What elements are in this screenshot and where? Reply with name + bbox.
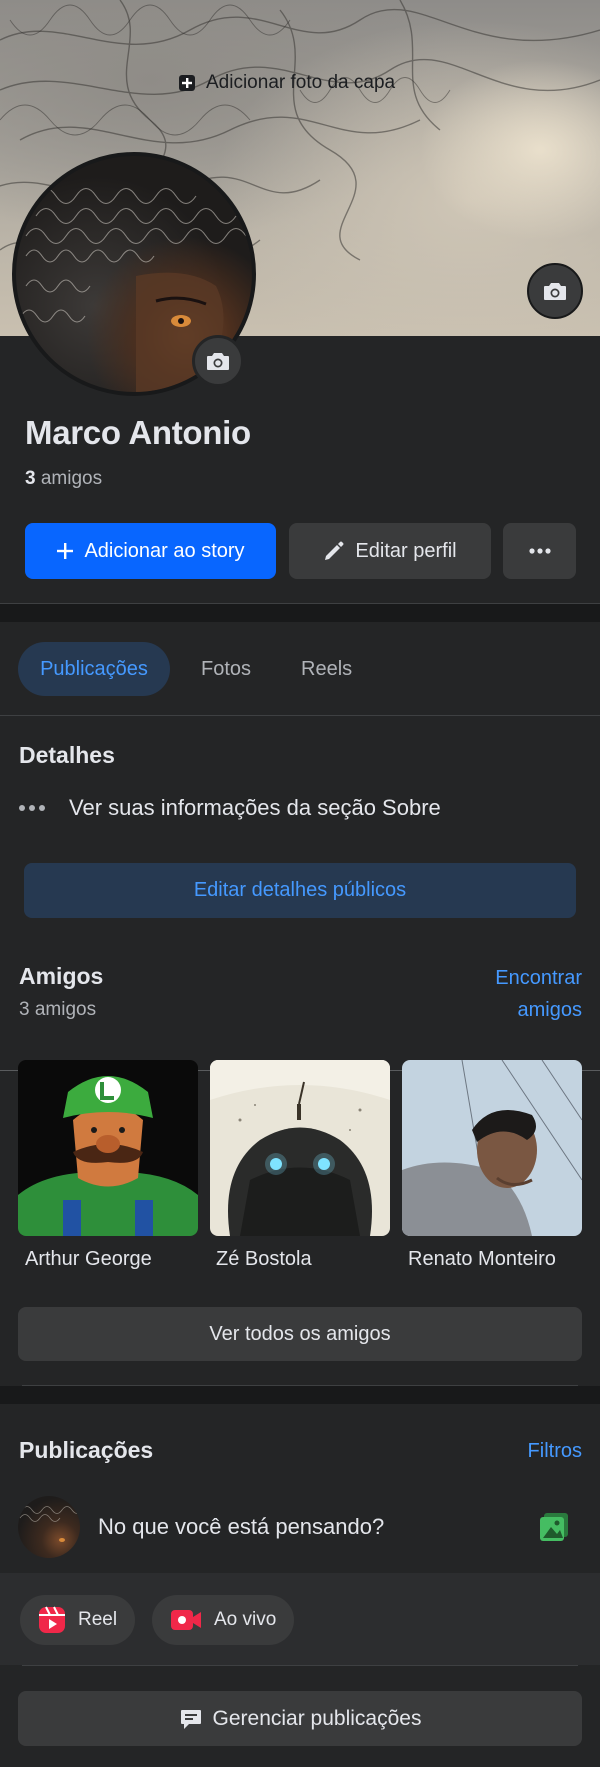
edit-public-details-button[interactable]: Editar detalhes públicos: [24, 863, 576, 918]
edit-profile-button[interactable]: Editar perfil: [289, 523, 491, 579]
section-divider: [0, 1386, 600, 1404]
friend-photo[interactable]: [210, 1060, 390, 1236]
plus-icon: [57, 543, 74, 559]
see-all-friends-button[interactable]: Ver todos os amigos: [18, 1307, 582, 1361]
find-friends-line2: amigos: [517, 999, 582, 1021]
friend-name[interactable]: Arthur George: [25, 1248, 152, 1271]
add-photo-icon: [179, 75, 195, 91]
avatar-camera-button[interactable]: [192, 335, 244, 387]
live-label: Ao vivo: [214, 1609, 277, 1630]
friend-name[interactable]: Zé Bostola: [216, 1248, 312, 1271]
about-text: Ver suas informações da seção Sobre: [69, 795, 441, 820]
camera-icon: [544, 283, 566, 300]
photo-icon[interactable]: [538, 1511, 570, 1548]
friends-title: Amigos: [19, 963, 104, 989]
live-button[interactable]: Ao vivo: [152, 1595, 295, 1645]
friend-photo-image: [210, 1060, 390, 1236]
profile-friends-count[interactable]: 3 amigos: [25, 468, 102, 490]
tab-reels[interactable]: Reels: [301, 642, 352, 696]
edit-profile-label: Editar perfil: [355, 539, 457, 562]
avatar[interactable]: [18, 1496, 80, 1558]
add-to-story-label: Adicionar ao story: [84, 539, 245, 562]
friend-name[interactable]: Renato Monteiro: [408, 1248, 556, 1271]
friends-count-text: 3 amigos: [19, 999, 97, 1020]
filters-link[interactable]: Filtros: [528, 1435, 582, 1467]
posts-title: Publicações: [19, 1437, 154, 1463]
find-friends-link[interactable]: Encontrar amigos: [495, 962, 582, 1026]
find-friends-line1: Encontrar: [495, 967, 582, 989]
friends-count-suffix: amigos: [40, 468, 103, 489]
friend-photo[interactable]: [402, 1060, 582, 1236]
section-divider: [0, 604, 600, 622]
about-link[interactable]: Ver suas informações da seção Sobre: [19, 795, 441, 821]
friend-photo[interactable]: [18, 1060, 198, 1236]
avatar-image: [19, 1506, 80, 1542]
add-cover-photo-button[interactable]: Adicionar foto da capa: [178, 72, 395, 94]
details-title: Detalhes: [19, 742, 115, 768]
add-to-story-button[interactable]: Adicionar ao story: [25, 523, 276, 579]
profile-name: Marco Antonio: [25, 414, 251, 451]
cover-camera-button[interactable]: [527, 263, 583, 319]
more-dots-icon: [19, 805, 49, 811]
more-options-button[interactable]: [503, 523, 576, 579]
reel-icon: [39, 1606, 65, 1633]
manage-posts-button[interactable]: Gerenciar publicações: [18, 1691, 582, 1746]
camera-icon: [207, 353, 229, 370]
message-icon: [180, 1709, 201, 1729]
add-cover-photo-label: Adicionar foto da capa: [206, 72, 396, 93]
tabs-divider: [0, 715, 600, 716]
more-dots-icon: [528, 548, 551, 554]
tab-fotos[interactable]: Fotos: [201, 642, 251, 696]
divider: [22, 1665, 578, 1666]
composer-input[interactable]: No que você está pensando?: [98, 1514, 384, 1540]
reel-button[interactable]: Reel: [20, 1595, 136, 1645]
friend-photo-image: [18, 1060, 198, 1236]
friend-photo-image: [402, 1060, 582, 1236]
reel-label: Reel: [78, 1609, 118, 1630]
friends-count-number: 3: [25, 468, 36, 489]
manage-posts-label: Gerenciar publicações: [212, 1706, 422, 1730]
tab-publicacoes[interactable]: Publicações: [18, 642, 170, 696]
live-video-icon: [171, 1610, 201, 1630]
pencil-icon: [325, 541, 344, 560]
